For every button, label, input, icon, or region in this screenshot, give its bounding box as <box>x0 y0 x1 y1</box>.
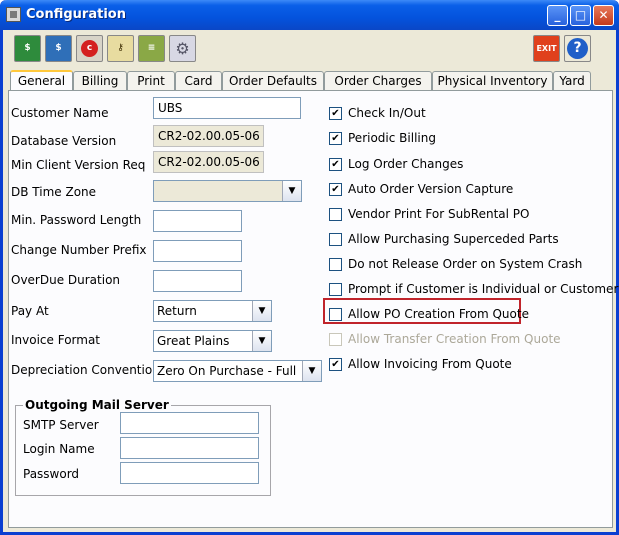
checkbox-box[interactable] <box>329 283 342 296</box>
db-time-zone-select[interactable]: ▼ <box>153 180 302 202</box>
smtp-server-field[interactable] <box>120 412 259 434</box>
checkbox-box[interactable]: ✔ <box>329 132 342 145</box>
invoice-format-select[interactable]: Great Plains ▼ <box>153 330 272 352</box>
overdue-duration-field[interactable] <box>153 270 242 292</box>
login-name-field[interactable] <box>120 437 259 459</box>
exit-button[interactable]: EXIT <box>533 35 560 62</box>
help-button[interactable]: ? <box>564 35 591 62</box>
chevron-down-icon[interactable]: ▼ <box>302 361 321 381</box>
invoice-icon[interactable]: $ <box>45 35 72 62</box>
tab-yard[interactable]: Yard <box>553 71 591 91</box>
checkbox-box[interactable]: ✔ <box>329 158 342 171</box>
chevron-down-icon[interactable]: ▼ <box>252 331 271 351</box>
depreciation-convention-label: Depreciation Convention <box>11 363 160 377</box>
app-icon <box>6 7 21 22</box>
invoice-format-value: Great Plains <box>157 334 230 348</box>
database-version-field: CR2-02.00.05-06 <box>153 125 264 147</box>
depreciation-convention-select[interactable]: Zero On Purchase - Full ... ▼ <box>153 360 322 382</box>
tab-print[interactable]: Print <box>127 71 175 91</box>
cancel-icon[interactable]: c <box>76 35 103 62</box>
min-password-length-field[interactable] <box>153 210 242 232</box>
configuration-window: Configuration _ □ ✕ $ $ c ⚷ ≡ ⚙ EXIT ? G… <box>0 0 619 535</box>
login-name-label: Login Name <box>23 442 95 456</box>
password-field[interactable] <box>120 462 259 484</box>
checkbox-box[interactable] <box>329 308 342 321</box>
tab-order-defaults[interactable]: Order Defaults <box>222 71 324 91</box>
maximize-button[interactable]: □ <box>570 5 591 26</box>
close-button[interactable]: ✕ <box>593 5 614 26</box>
tab-physical-inventory[interactable]: Physical Inventory <box>432 71 553 91</box>
pay-at-label: Pay At <box>11 304 49 318</box>
window-title: Configuration <box>26 7 126 22</box>
change-number-prefix-field[interactable] <box>153 240 242 262</box>
min-client-version-label: Min Client Version Req <box>11 158 146 172</box>
title-bar[interactable]: Configuration _ □ ✕ <box>0 0 619 30</box>
customer-name-label: Customer Name <box>11 106 109 120</box>
outgoing-mail-server-title: Outgoing Mail Server <box>23 398 171 412</box>
tab-card[interactable]: Card <box>175 71 222 91</box>
chevron-down-icon[interactable]: ▼ <box>282 181 301 201</box>
pay-icon[interactable]: $ <box>14 35 41 62</box>
invoice-format-label: Invoice Format <box>11 333 101 347</box>
smtp-server-label: SMTP Server <box>23 418 99 432</box>
checkbox-box[interactable] <box>329 258 342 271</box>
change-number-prefix-label: Change Number Prefix <box>11 243 147 257</box>
tab-general[interactable]: General <box>10 70 73 92</box>
min-client-version-field: CR2-02.00.05-06 <box>153 151 264 173</box>
checkbox-box[interactable] <box>329 208 342 221</box>
customer-name-field[interactable]: UBS <box>153 97 301 119</box>
checkbox-box <box>329 333 342 346</box>
checkbox-box[interactable]: ✔ <box>329 358 342 371</box>
checkbox-box[interactable]: ✔ <box>329 107 342 120</box>
minimize-button[interactable]: _ <box>547 5 568 26</box>
db-time-zone-label: DB Time Zone <box>11 185 97 199</box>
checkbox-box[interactable] <box>329 233 342 246</box>
checkbox-box[interactable]: ✔ <box>329 183 342 196</box>
password-label: Password <box>23 467 80 481</box>
chevron-down-icon[interactable]: ▼ <box>252 301 271 321</box>
depreciation-convention-value: Zero On Purchase - Full ... <box>157 364 299 378</box>
pay-at-value: Return <box>157 304 197 318</box>
database-version-label: Database Version <box>11 134 117 148</box>
report-icon[interactable]: ≡ <box>138 35 165 62</box>
tab-order-charges[interactable]: Order Charges <box>324 71 432 91</box>
help-icon: ? <box>567 38 588 59</box>
pay-at-select[interactable]: Return ▼ <box>153 300 272 322</box>
min-password-length-label: Min. Password Length <box>11 213 142 227</box>
settings-gear-icon[interactable]: ⚙ <box>169 35 196 62</box>
overdue-duration-label: OverDue Duration <box>11 273 121 287</box>
key-user-icon[interactable]: ⚷ <box>107 35 134 62</box>
tab-billing[interactable]: Billing <box>73 71 127 91</box>
